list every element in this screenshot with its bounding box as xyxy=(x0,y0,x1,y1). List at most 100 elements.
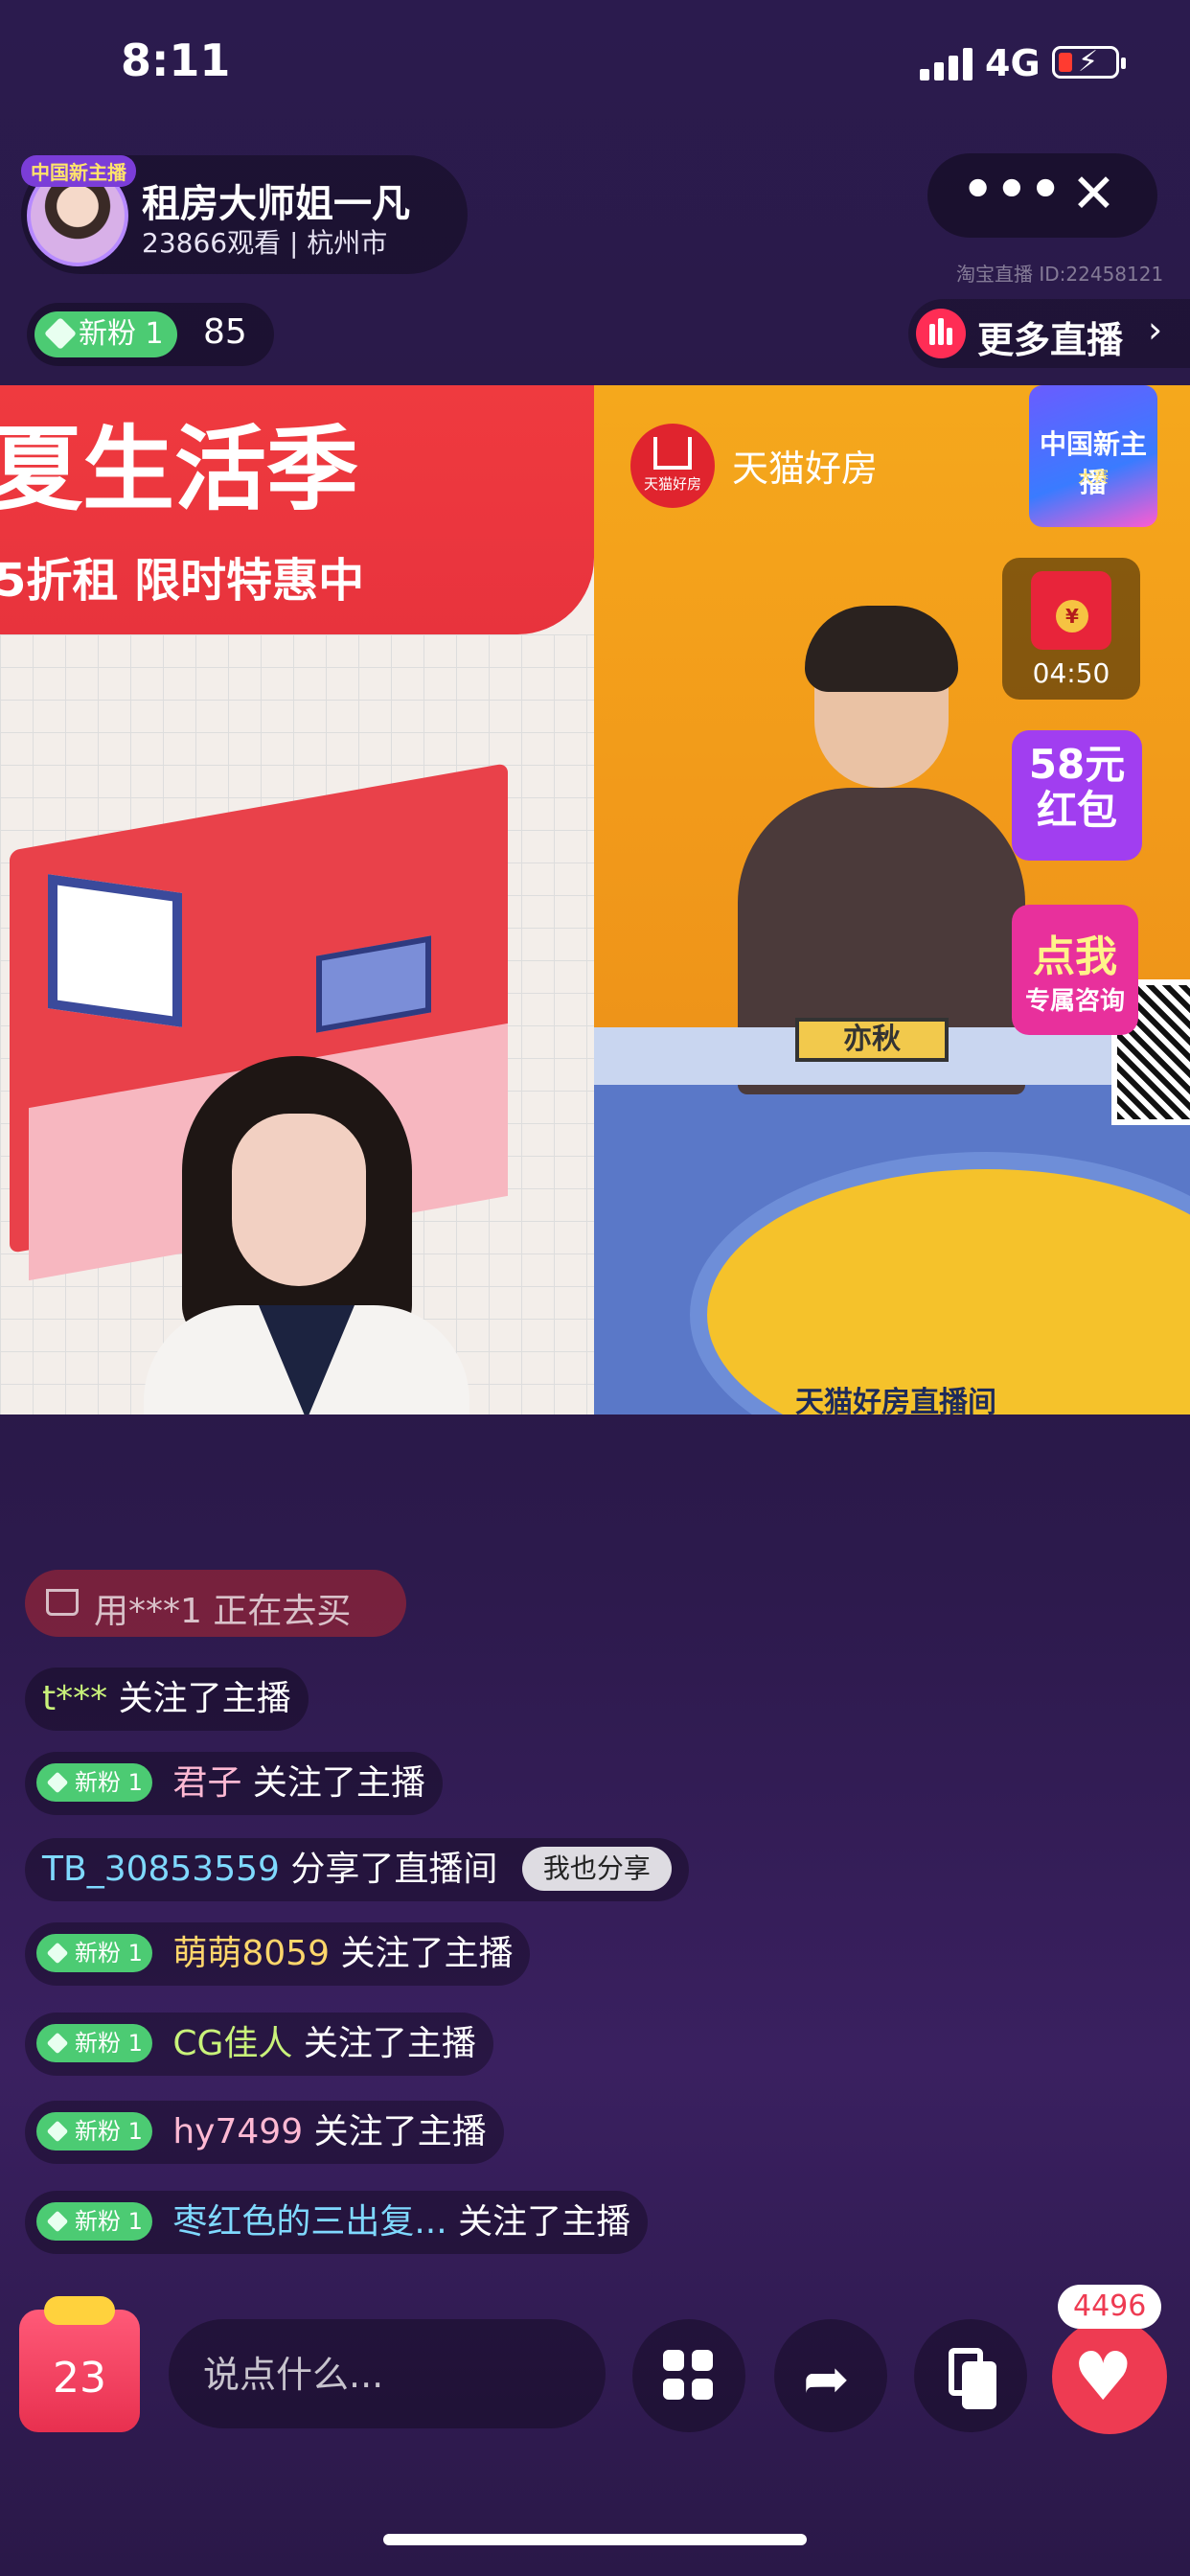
chat-message: TB_30853559 分享了直播间 我也分享 xyxy=(25,1838,689,1901)
chat-action: 关注了主播 xyxy=(252,1763,425,1803)
like-button[interactable]: ♥ xyxy=(1052,2319,1167,2434)
gift-bow-icon xyxy=(44,2296,115,2325)
comment-input[interactable] xyxy=(201,2346,579,2404)
chat-message: 新粉 1 hy7499 关注了主播 xyxy=(25,2101,504,2164)
room-controls: ••• ✕ xyxy=(927,153,1157,238)
red-packet-widget[interactable]: ¥ 04:50 xyxy=(1002,558,1140,700)
stage-label: 天猫好房直播间 xyxy=(795,1386,996,1414)
copy-button[interactable] xyxy=(914,2319,1027,2432)
chat-user[interactable]: TB_30853559 xyxy=(42,1850,280,1889)
status-time: 8:11 xyxy=(121,34,231,86)
yuan-coin-icon: ¥ xyxy=(1056,600,1088,632)
consult-subtitle: 专属咨询 xyxy=(1024,987,1125,1016)
diamond-icon xyxy=(46,2120,69,2143)
new-fan-tag: 新粉 1 xyxy=(36,2112,152,2150)
poster-subtitle: 5折租 限时特惠中 xyxy=(0,554,365,608)
live-video[interactable]: 夏生活季 5折租 限时特惠中 亦秋 天猫好房 天猫好房 天猫好房直播间 xyxy=(0,385,1190,1414)
chat-message: 新粉 1 萌萌8059 关注了主播 xyxy=(25,1922,531,1986)
chat-user[interactable]: hy7499 xyxy=(172,2112,303,2151)
bottom-bar: 23 ➦ ♥ xyxy=(0,2281,1190,2472)
diamond-icon xyxy=(46,2210,69,2233)
studio-panel: 亦秋 天猫好房 天猫好房 天猫好房直播间 xyxy=(594,385,1190,1414)
chat-action: 关注了主播 xyxy=(303,2024,476,2063)
cart-icon xyxy=(46,1589,79,1616)
like-count: 4496 xyxy=(1058,2285,1162,2329)
chat-message: t*** 关注了主播 xyxy=(25,1668,309,1731)
host-info[interactable]: 中国新主播 租房大师姐一凡 23866观看 | 杭州市 xyxy=(21,155,468,274)
comment-box[interactable] xyxy=(169,2319,606,2428)
room-id: 淘宝直播 ID:22458121 xyxy=(956,263,1164,286)
diamond-icon xyxy=(44,317,77,350)
host-name: 租房大师姐一凡 xyxy=(142,182,410,226)
new-fan-label: 新粉 1 xyxy=(75,1769,143,1796)
poster-title: 夏生活季 xyxy=(0,416,358,523)
new-fan-tag: 新粉 1 xyxy=(36,2202,152,2241)
coupon-widget[interactable]: 58元 红包 xyxy=(1012,730,1142,861)
apps-grid-icon xyxy=(663,2350,715,2402)
consult-title: 点我 xyxy=(1033,932,1117,981)
chat-action: 关注了主播 xyxy=(340,1934,514,1973)
chat-action: 分享了直播间 xyxy=(290,1850,498,1889)
fans-count[interactable]: 新粉 1 85 xyxy=(27,303,274,366)
buying-text: 用***1 正在去买 xyxy=(94,1592,352,1631)
new-fan-label: 新粉 1 xyxy=(75,1940,143,1966)
me-too-share-button[interactable]: 我也分享 xyxy=(521,1847,672,1891)
chat-message: 新粉 1 CG佳人 关注了主播 xyxy=(25,2012,493,2076)
share-arrow-icon: ➦ xyxy=(803,2346,850,2411)
new-fan-label: 新粉 1 xyxy=(75,2030,143,2057)
host-man-image xyxy=(738,606,1025,1094)
poster-header: 夏生活季 5折租 限时特惠中 xyxy=(0,385,594,634)
new-fan-label: 新粉 1 xyxy=(79,317,164,351)
more-live-label: 更多直播 xyxy=(977,319,1124,361)
chat-user[interactable]: 枣红色的三出复... xyxy=(172,2202,446,2242)
new-fan-tag: 新粉 1 xyxy=(34,311,177,357)
chat-user[interactable]: CG佳人 xyxy=(172,2024,292,2063)
cellular-signal-icon xyxy=(920,48,975,80)
viewer-count-location: 23866观看 | 杭州市 xyxy=(142,227,388,259)
chat-action: 关注了主播 xyxy=(458,2202,631,2242)
contest-badge[interactable]: 中国新主播 大赛 xyxy=(1029,385,1157,527)
red-packet-timer: 04:50 xyxy=(1032,657,1110,689)
new-anchor-badge: 中国新主播 xyxy=(21,155,136,187)
diamond-icon xyxy=(46,1942,69,1965)
apps-button[interactable] xyxy=(632,2319,745,2432)
share-button[interactable]: ➦ xyxy=(774,2319,887,2432)
gift-count: 23 xyxy=(53,2354,106,2403)
more-options-icon[interactable]: ••• xyxy=(962,161,1064,218)
chat-user[interactable]: 君子 xyxy=(172,1763,241,1803)
status-bar: 8:11 4G ⚡ xyxy=(0,0,1190,125)
buying-notice: 用***1 正在去买 xyxy=(25,1570,406,1637)
brand-name: 天猫好房 xyxy=(732,448,879,490)
close-icon[interactable]: ✕ xyxy=(1071,163,1116,225)
coupon-text: 58元 红包 xyxy=(1028,741,1126,834)
new-fan-label: 新粉 1 xyxy=(75,2118,143,2145)
chat-action: 关注了主播 xyxy=(118,1679,291,1718)
diamond-icon xyxy=(46,1771,69,1794)
gift-button[interactable]: 23 xyxy=(19,2296,140,2432)
diamond-icon xyxy=(46,2032,69,2055)
chat-user[interactable]: 萌萌8059 xyxy=(172,1934,330,1973)
live-bars-icon xyxy=(916,309,966,358)
home-indicator[interactable] xyxy=(383,2534,807,2545)
chat-user[interactable]: t*** xyxy=(42,1679,107,1718)
chevron-right-icon: › xyxy=(1148,309,1163,351)
battery-icon: ⚡ xyxy=(1052,45,1126,79)
new-fan-tag: 新粉 1 xyxy=(36,1763,152,1802)
more-live-button[interactable]: 更多直播 › xyxy=(908,299,1190,368)
name-plate: 亦秋 xyxy=(795,1018,949,1062)
contest-title: 中国新主播 xyxy=(1039,428,1147,498)
presenter-image xyxy=(144,1056,469,1414)
copy-front-icon xyxy=(962,2361,996,2409)
tmall-logo-text: 天猫好房 xyxy=(643,475,701,493)
fans-number: 85 xyxy=(203,312,247,352)
chat-message: 新粉 1 君子 关注了主播 xyxy=(25,1752,443,1815)
consult-widget[interactable]: 点我 专属咨询 xyxy=(1012,905,1138,1035)
new-fan-tag: 新粉 1 xyxy=(36,1934,152,1972)
network-type: 4G xyxy=(985,42,1041,84)
contest-subtitle: 大赛 xyxy=(1077,468,1109,486)
poster-panel: 夏生活季 5折租 限时特惠中 xyxy=(0,385,594,1414)
chat-action: 关注了主播 xyxy=(313,2112,487,2151)
tmall-house-logo: 天猫好房 xyxy=(630,424,715,508)
new-fan-label: 新粉 1 xyxy=(75,2208,143,2235)
heart-icon: ♥ xyxy=(1073,2337,1133,2416)
